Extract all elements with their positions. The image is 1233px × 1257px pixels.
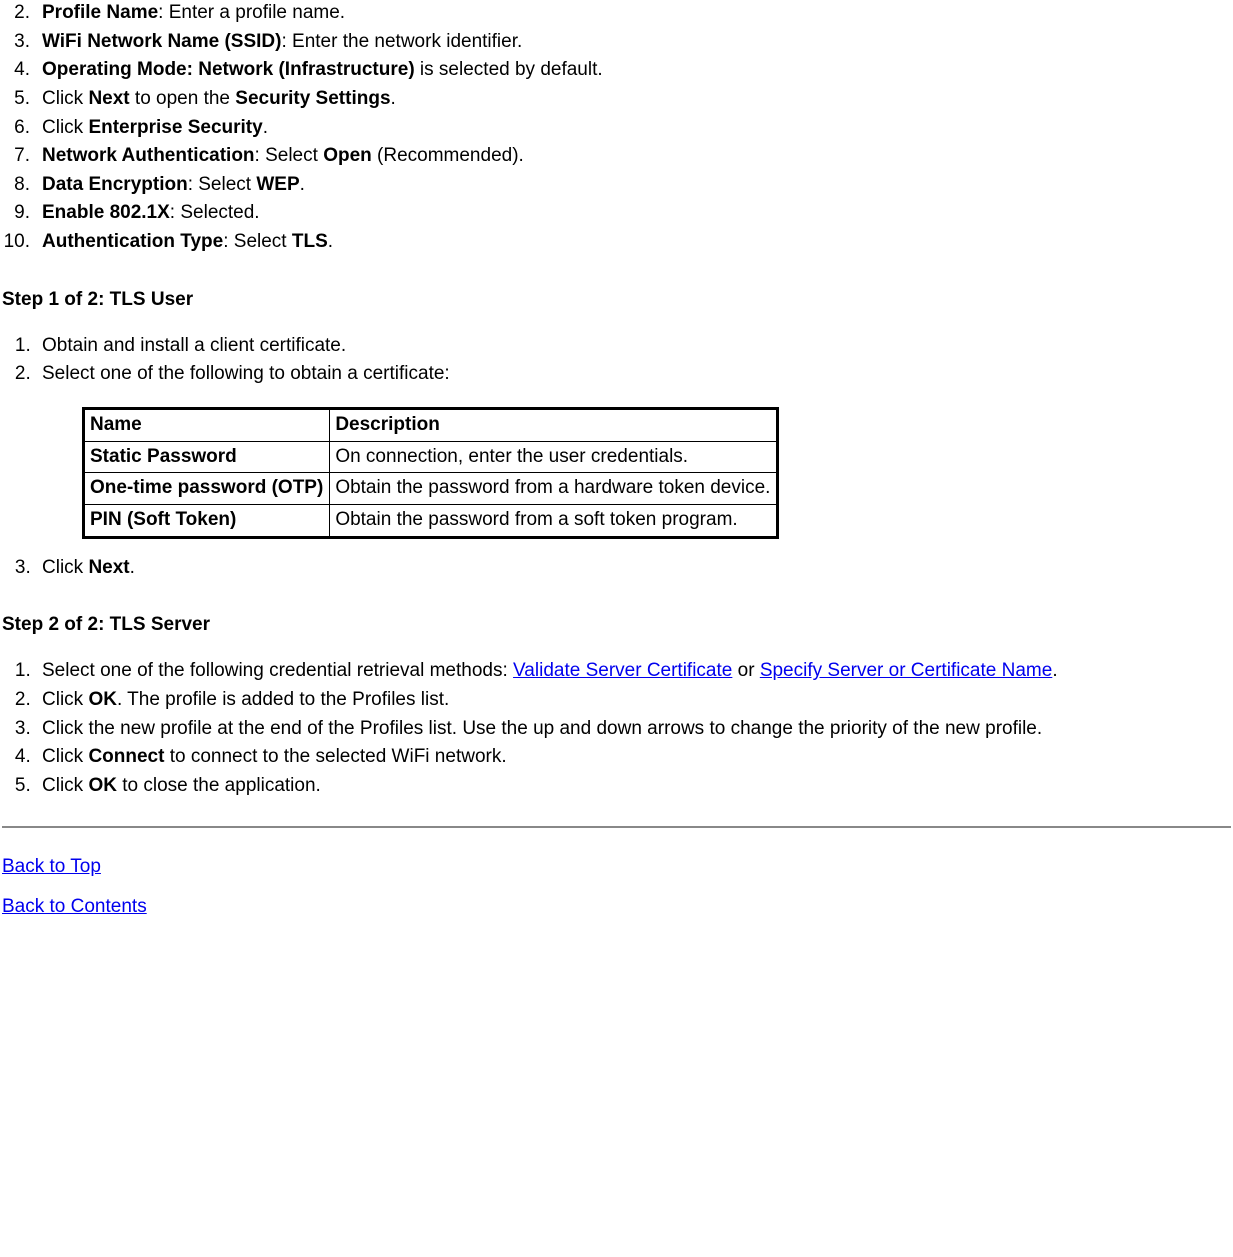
table-cell-name: Static Password — [84, 441, 330, 473]
list-item: Click Connect to connect to the selected… — [36, 744, 1231, 770]
specify-server-or-certificate-name-link[interactable]: Specify Server or Certificate Name — [760, 660, 1053, 681]
end-links: Back to Top Back to Contents — [2, 856, 1231, 918]
list-item: Click OK. The profile is added to the Pr… — [36, 687, 1231, 713]
step1-list: Obtain and install a client certificate.… — [2, 333, 1231, 580]
bold-text: Open — [323, 145, 372, 166]
back-to-top-link[interactable]: Back to Top — [2, 856, 101, 877]
list-item: Click Next to open the Security Settings… — [36, 86, 1231, 112]
bold-text: Network Authentication — [42, 145, 255, 166]
list-item: Click the new profile at the end of the … — [36, 716, 1231, 742]
bold-text: Next — [88, 88, 129, 109]
list-item: Click Next. — [36, 555, 1231, 581]
bold-text: OK — [88, 775, 117, 796]
bold-text: WEP — [256, 174, 299, 195]
numbered-list-top: Profile Name: Enter a profile name. WiFi… — [2, 0, 1231, 255]
step1-heading: Step 1 of 2: TLS User — [2, 289, 1231, 311]
bold-text: OK — [88, 689, 117, 710]
bold-text: Next — [88, 557, 129, 578]
certificate-table: Name Description Static Password On conn… — [82, 407, 779, 539]
bold-text: Security Settings — [235, 88, 390, 109]
bold-text: TLS — [292, 231, 328, 252]
table-cell-desc: Obtain the password from a hardware toke… — [330, 473, 778, 505]
table-cell-desc: On connection, enter the user credential… — [330, 441, 778, 473]
back-to-contents-link[interactable]: Back to Contents — [2, 896, 147, 917]
list-item: Profile Name: Enter a profile name. — [36, 0, 1231, 26]
table-header-desc: Description — [330, 409, 778, 442]
list-item: Click OK to close the application. — [36, 773, 1231, 799]
table-cell-name: PIN (Soft Token) — [84, 504, 330, 537]
table-row: Static Password On connection, enter the… — [84, 441, 778, 473]
table-row: One-time password (OTP) Obtain the passw… — [84, 473, 778, 505]
bold-text: Authentication Type — [42, 231, 223, 252]
bold-text: Connect — [88, 746, 164, 767]
list-item: Obtain and install a client certificate. — [36, 333, 1231, 359]
table-cell-desc: Obtain the password from a soft token pr… — [330, 504, 778, 537]
bold-text: Enterprise Security — [88, 117, 262, 138]
horizontal-separator — [2, 826, 1231, 828]
list-item: Network Authentication: Select Open (Rec… — [36, 143, 1231, 169]
list-item: WiFi Network Name (SSID): Enter the netw… — [36, 29, 1231, 55]
table-header-name: Name — [84, 409, 330, 442]
list-item: Operating Mode: Network (Infrastructure)… — [36, 57, 1231, 83]
table-cell-name: One-time password (OTP) — [84, 473, 330, 505]
validate-server-certificate-link[interactable]: Validate Server Certificate — [513, 660, 732, 681]
list-item: Authentication Type: Select TLS. — [36, 229, 1231, 255]
table-header-row: Name Description — [84, 409, 778, 442]
bold-text: WiFi Network Name (SSID) — [42, 31, 281, 52]
bold-text: Data Encryption — [42, 174, 188, 195]
list-item: Data Encryption: Select WEP. — [36, 172, 1231, 198]
bold-text: Operating Mode: Network (Infrastructure) — [42, 59, 415, 80]
step2-heading: Step 2 of 2: TLS Server — [2, 614, 1231, 636]
bold-text: Enable 802.1X — [42, 202, 170, 223]
bold-text: Profile Name — [42, 2, 158, 23]
list-item: Click Enterprise Security. — [36, 115, 1231, 141]
table-row: PIN (Soft Token) Obtain the password fro… — [84, 504, 778, 537]
list-item: Enable 802.1X: Selected. — [36, 200, 1231, 226]
list-item: Select one of the following to obtain a … — [36, 361, 1231, 538]
list-item: Select one of the following credential r… — [36, 658, 1231, 684]
step2-list: Select one of the following credential r… — [2, 658, 1231, 798]
